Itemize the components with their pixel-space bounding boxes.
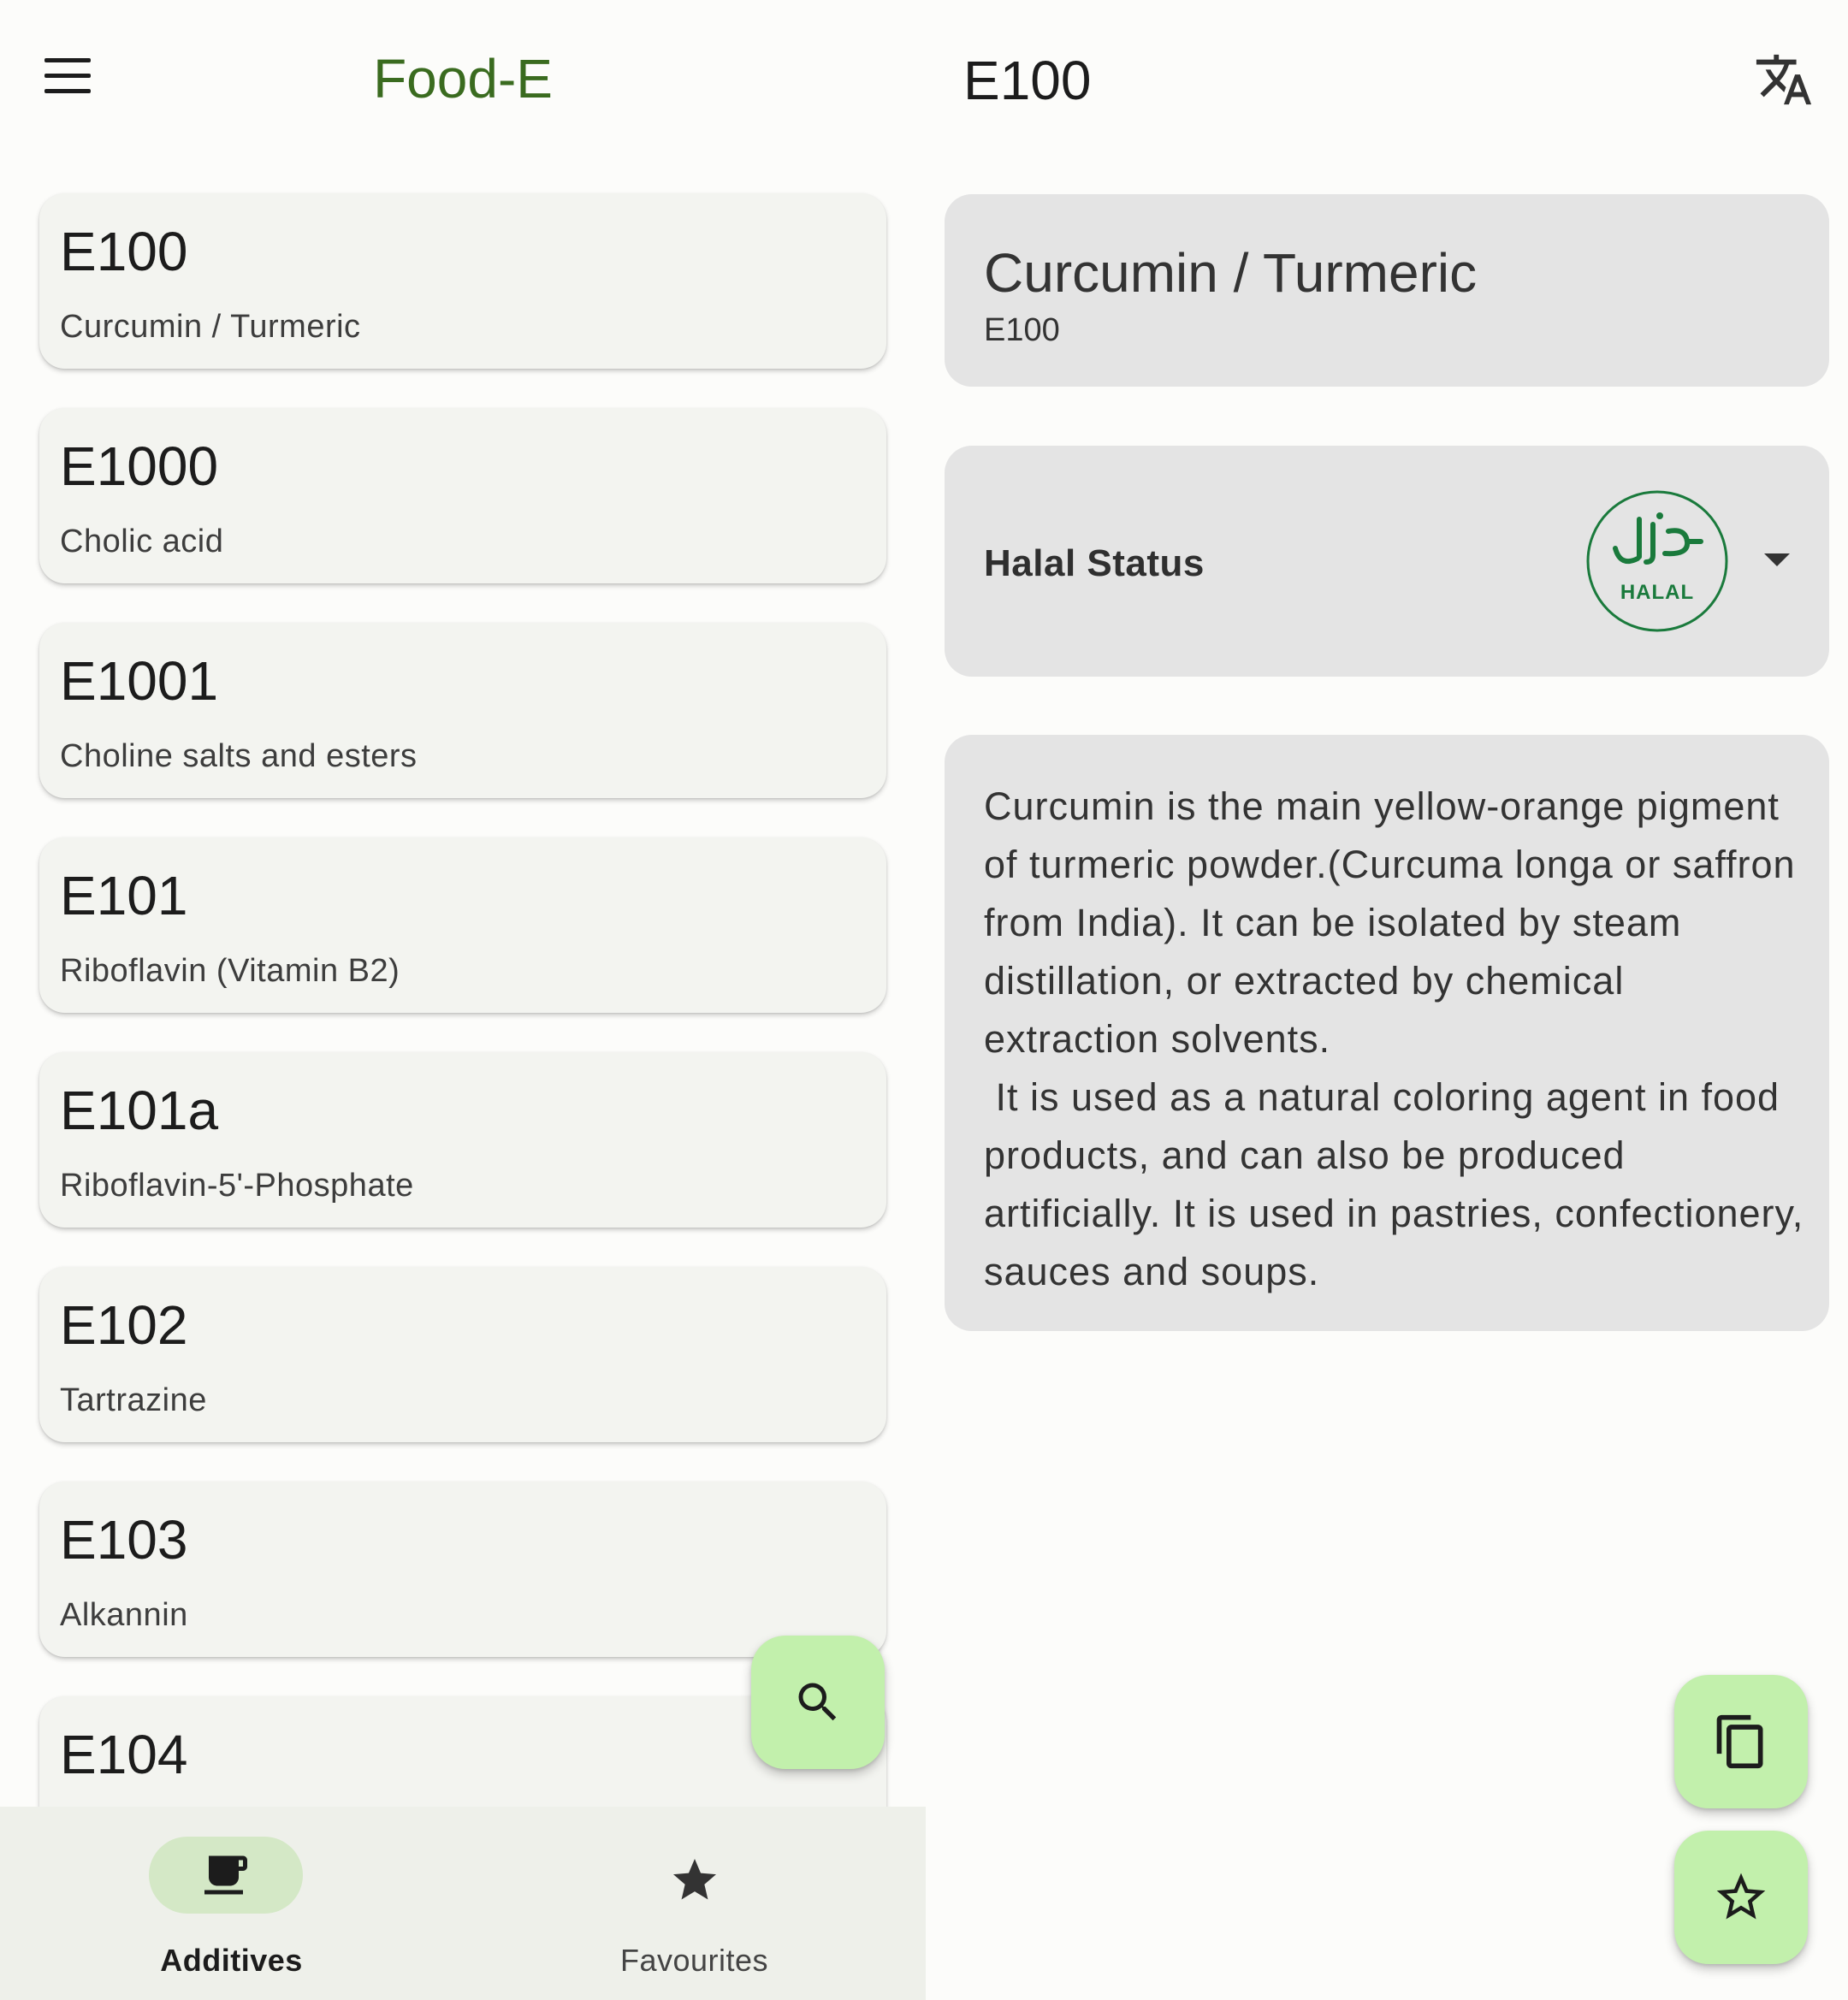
nav-label: Additives: [160, 1943, 303, 1978]
additive-name: Curcumin / Turmeric: [984, 242, 1478, 304]
list-item[interactable]: E1000 Cholic acid: [39, 408, 886, 583]
halal-status-dropdown[interactable]: Halal Status HALAL: [945, 446, 1829, 677]
search-button[interactable]: [751, 1636, 885, 1769]
additive-header-card: Curcumin / Turmeric E100: [945, 194, 1829, 387]
additive-name: Alkannin: [60, 1597, 188, 1633]
cup-icon: [204, 1855, 247, 1895]
list-item[interactable]: E101a Riboflavin-5'-Phosphate: [39, 1052, 886, 1228]
description-card: Curcumin is the main yellow-orange pigme…: [945, 735, 1829, 1331]
halal-badge-text: HALAL: [1620, 581, 1695, 604]
nav-tab-favourites[interactable]: Favourites: [463, 1807, 926, 2000]
additive-name: Riboflavin (Vitamin B2): [60, 953, 400, 989]
chevron-down-icon[interactable]: [1762, 552, 1792, 569]
top-app-bar: Food-E: [0, 0, 926, 158]
copy-icon: [1716, 1714, 1763, 1769]
list-item[interactable]: E102 Tartrazine: [39, 1267, 886, 1442]
additive-code: E101a: [60, 1080, 219, 1141]
detail-title: E100: [963, 50, 1092, 111]
list-item[interactable]: E100 Curcumin / Turmeric: [39, 193, 886, 369]
copy-button[interactable]: [1674, 1675, 1808, 1808]
app-title: Food-E: [373, 48, 553, 109]
additive-name: Curcumin / Turmeric: [60, 309, 361, 345]
list-item[interactable]: E103 Alkannin: [39, 1482, 886, 1657]
additives-list-pane: Food-E E100 Curcumin / Turmeric E1000 Ch…: [0, 0, 926, 2000]
additive-detail-pane: E100 Curcumin / Turmeric E100 Halal Stat…: [926, 0, 1848, 2000]
list-item[interactable]: E1001 Choline salts and esters: [39, 623, 886, 798]
additive-code: E1000: [60, 435, 219, 497]
star-icon: [673, 1859, 716, 1900]
add-favourite-button[interactable]: [1674, 1831, 1808, 1964]
additive-code: E104: [60, 1724, 188, 1785]
nav-label: Favourites: [619, 1943, 769, 1978]
halal-badge-icon: HALAL: [1586, 490, 1728, 632]
additive-code: E102: [60, 1294, 188, 1356]
star-outline-icon: [1716, 1873, 1766, 1920]
additive-code: E1001: [60, 650, 219, 712]
additive-name: Choline salts and esters: [60, 738, 418, 774]
list-item[interactable]: E101 Riboflavin (Vitamin B2): [39, 837, 886, 1013]
search-icon: [798, 1683, 837, 1721]
additive-code: E100: [984, 312, 1060, 348]
additive-name: Cholic acid: [60, 524, 224, 559]
additive-code: E100: [60, 221, 188, 282]
additive-description: Curcumin is the main yellow-orange pigme…: [984, 784, 1804, 1293]
additive-code: E103: [60, 1509, 188, 1571]
nav-tab-additives[interactable]: Additives: [0, 1807, 463, 2000]
translate-icon[interactable]: [1754, 50, 1814, 109]
additive-name: Riboflavin-5'-Phosphate: [60, 1168, 414, 1204]
app-root: Food-E E100 Curcumin / Turmeric E1000 Ch…: [0, 0, 1848, 2000]
bottom-navigation: Additives Favourites: [0, 1807, 926, 2000]
halal-status-label: Halal Status: [984, 542, 1205, 584]
additive-name: Tartrazine: [60, 1382, 207, 1418]
additive-code: E101: [60, 865, 188, 926]
